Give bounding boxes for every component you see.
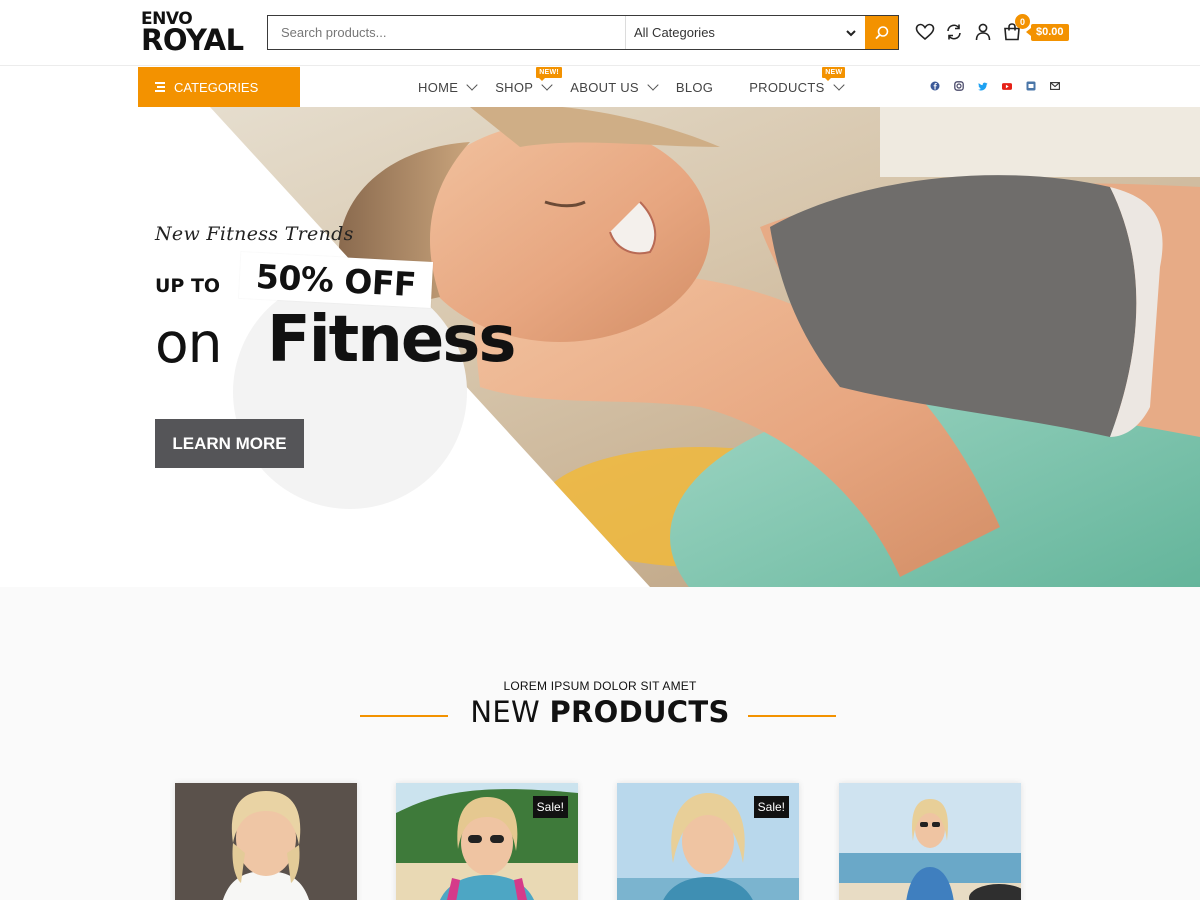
primary-menu: HOME NEW! SHOP ABOUT US BLOG NEW PRODUCT… <box>418 66 862 107</box>
section-title: NEW PRODUCTS <box>0 695 1200 729</box>
categories-menu-icon <box>155 82 165 92</box>
nav-item-about[interactable]: ABOUT US <box>570 79 659 95</box>
chevron-down-icon <box>466 79 478 91</box>
refresh-icon <box>947 24 961 40</box>
new-badge: NEW <box>822 66 846 81</box>
chevron-down-icon <box>647 79 659 91</box>
new-products-section: LOREM IPSUM DOLOR SIT AMET NEW PRODUCTS <box>0 587 1200 900</box>
hero-headline: Fitness <box>267 303 516 377</box>
vk-icon <box>1026 81 1036 91</box>
nav-item-home[interactable]: HOME <box>418 79 478 95</box>
sale-badge: Sale! <box>532 796 568 818</box>
nav-item-label: BLOG <box>675 79 714 95</box>
vk-link[interactable] <box>1026 81 1036 91</box>
compare-button[interactable] <box>944 22 964 42</box>
product-card[interactable]: Sale! <box>617 783 799 900</box>
cart-button[interactable]: 0 <box>1002 14 1030 42</box>
facebook-link[interactable] <box>930 81 940 91</box>
nav-item-blog[interactable]: BLOG <box>676 80 713 95</box>
product-card[interactable] <box>839 783 1021 900</box>
section-title-bold: PRODUCTS <box>549 695 730 729</box>
site-header: ENVO ROYAL All Categories 0 $0.00 <box>0 0 1200 66</box>
chevron-down-icon <box>846 29 856 36</box>
category-select-value: All Categories <box>634 25 715 40</box>
chevron-down-icon <box>832 79 845 91</box>
account-button[interactable] <box>973 22 993 42</box>
nav-item-products[interactable]: NEW PRODUCTS <box>749 66 846 95</box>
header-icons: 0 <box>915 14 1030 44</box>
sale-badge: Sale! <box>753 796 789 818</box>
search-icon <box>874 25 888 39</box>
hero-banner: New Fitness Trends UP TO 50% OFF on Fitn… <box>0 107 1200 587</box>
hero-up-to: UP TO <box>155 275 221 297</box>
categories-label: CATEGORIES <box>174 79 259 95</box>
hero-on-word: on <box>155 311 223 375</box>
youtube-link[interactable] <box>1002 81 1012 91</box>
product-card[interactable]: Sale! <box>396 783 578 900</box>
category-select[interactable]: All Categories <box>626 16 865 49</box>
instagram-icon <box>954 81 964 91</box>
hero-kicker: New Fitness Trends <box>155 223 354 245</box>
nav-item-label: ABOUT US <box>570 79 639 95</box>
youtube-icon <box>1002 82 1012 90</box>
product-card[interactable] <box>175 783 357 900</box>
user-icon <box>975 23 991 41</box>
search-input[interactable] <box>268 16 626 49</box>
categories-button[interactable]: CATEGORIES <box>138 67 300 107</box>
product-image <box>175 783 357 900</box>
section-subtitle: LOREM IPSUM DOLOR SIT AMET <box>503 679 697 693</box>
heart-icon <box>915 23 935 41</box>
learn-more-button[interactable]: LEARN MORE <box>155 419 304 468</box>
new-badge: NEW! <box>536 66 563 81</box>
nav-item-label: HOME <box>418 79 459 95</box>
nav-item-label: SHOP <box>495 79 534 95</box>
main-nav: CATEGORIES HOME NEW! SHOP ABOUT US BLOG … <box>0 66 1200 107</box>
instagram-link[interactable] <box>954 81 964 91</box>
email-link[interactable] <box>1050 81 1060 91</box>
email-icon <box>1050 82 1060 90</box>
twitter-icon <box>978 82 988 91</box>
title-divider-right <box>748 715 836 717</box>
site-logo[interactable]: ENVO ROYAL <box>141 10 255 56</box>
search-button[interactable] <box>865 16 898 49</box>
facebook-icon <box>930 81 940 91</box>
chevron-down-icon <box>541 79 553 91</box>
social-links <box>930 81 1060 91</box>
section-title-light: NEW <box>470 695 540 729</box>
logo-bottom-text: ROYAL <box>141 23 244 57</box>
search-bar: All Categories <box>267 15 899 50</box>
wishlist-button[interactable] <box>915 22 935 42</box>
cart-count-badge: 0 <box>1015 14 1030 29</box>
nav-item-label: PRODUCTS <box>749 79 825 95</box>
nav-item-shop[interactable]: NEW! SHOP <box>495 66 563 95</box>
product-image <box>839 783 1021 900</box>
cart-total[interactable]: $0.00 <box>1026 24 1069 41</box>
twitter-link[interactable] <box>978 81 988 91</box>
